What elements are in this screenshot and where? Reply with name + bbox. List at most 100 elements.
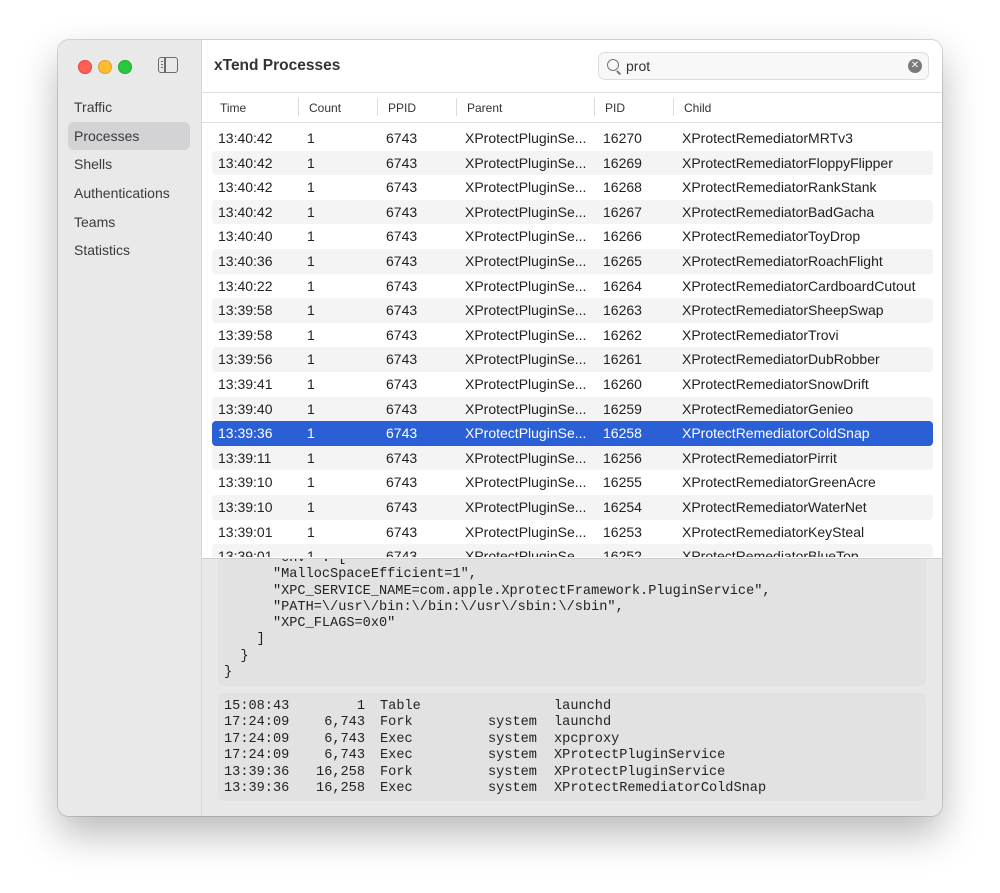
ppid-cell: 6743: [386, 425, 418, 442]
parent-cell: XProtectPluginSe...: [465, 130, 587, 146]
search-field[interactable]: prot ✕: [598, 52, 929, 80]
time-cell: 13:40:42: [218, 154, 273, 171]
sidebar-toggle-icon[interactable]: [158, 57, 178, 73]
pid-cell: 16252: [603, 548, 642, 557]
column-divider[interactable]: [298, 98, 299, 116]
pid-cell: 16260: [603, 375, 642, 392]
child-cell: XProtectRemediatorSnowDrift: [682, 375, 869, 392]
pid-cell: 16253: [603, 523, 642, 540]
table-row[interactable]: 13:39:58 1 6743 XProtectPluginSe... 16262 XPr…: [212, 323, 933, 348]
child-cell: XProtectRemediatorRoachFlight: [682, 252, 883, 269]
column-divider[interactable]: [377, 98, 378, 116]
table-row[interactable]: 13:39:10 1 6743 XProtectPluginSe... 16255 XPr…: [212, 470, 933, 495]
child-cell: XProtectRemediatorPirrit: [682, 449, 837, 466]
event-time: 13:39:36: [224, 764, 290, 780]
event-row[interactable]: 15:08:43 1 Table launchd: [224, 699, 924, 715]
table-row[interactable]: 13:39:01 1 6743 XProtectPluginSe... 16253 XPr…: [212, 520, 933, 545]
zoom-window-button[interactable]: [118, 60, 132, 74]
clear-search-icon[interactable]: ✕: [908, 59, 922, 73]
time-cell: 13:39:01: [218, 548, 273, 557]
column-header-ppid[interactable]: PPID: [388, 100, 416, 116]
pid-cell: 16261: [603, 351, 642, 368]
column-divider[interactable]: [673, 98, 674, 116]
sidebar-item-authentications[interactable]: Authentications: [68, 179, 190, 207]
process-table[interactable]: 13:40:42 1 6743 XProtectPluginSe... 16270 XPr…: [212, 126, 933, 557]
main-content: xTend Processes prot ✕ Time Count PPID P…: [202, 40, 942, 816]
pid-cell: 16255: [603, 474, 642, 491]
event-name: XProtectPluginService: [554, 764, 726, 780]
column-header-child[interactable]: Child: [684, 100, 711, 116]
table-row[interactable]: 13:40:40 1 6743 XProtectPluginSe... 16266 XPr…: [212, 224, 933, 249]
table-row[interactable]: 13:39:01 1 6743 XProtectPluginSe... 16252 XPr…: [212, 544, 933, 557]
child-cell: XProtectRemediatorMRTv3: [682, 130, 853, 146]
minimize-window-button[interactable]: [98, 60, 112, 74]
process-json-view[interactable]: "env" : [ "MallocSpaceEfficient=1", "XPC…: [218, 559, 926, 686]
child-cell: XProtectRemediatorToyDrop: [682, 228, 861, 245]
event-row[interactable]: 17:24:09 6,743 Fork system launchd: [224, 715, 924, 731]
sidebar-item-statistics[interactable]: Statistics: [68, 236, 190, 264]
event-name: xpcproxy: [554, 731, 620, 747]
window-title: xTend Processes: [214, 57, 341, 74]
column-divider[interactable]: [456, 98, 457, 116]
sidebar-item-shells[interactable]: Shells: [68, 150, 190, 178]
column-header-parent[interactable]: Parent: [467, 100, 502, 116]
table-row[interactable]: 13:39:10 1 6743 XProtectPluginSe... 16254 XPr…: [212, 494, 933, 520]
ppid-cell: 6743: [386, 449, 418, 466]
event-row[interactable]: 13:39:36 16,258 Exec system XProtectRemediat…: [224, 781, 924, 797]
parent-cell: XProtectPluginSe...: [465, 228, 587, 245]
sidebar-item-teams[interactable]: Teams: [68, 208, 190, 236]
pid-cell: 16269: [603, 154, 642, 171]
table-row[interactable]: 13:40:42 1 6743 XProtectPluginSe... 16268 XPr…: [212, 175, 933, 200]
event-name: launchd: [554, 715, 612, 731]
parent-cell: XProtectPluginSe...: [465, 400, 587, 417]
count-cell: 1: [307, 425, 315, 442]
search-input[interactable]: prot: [626, 58, 650, 74]
event-user: system: [488, 748, 537, 764]
time-cell: 13:39:41: [218, 375, 273, 392]
parent-cell: XProtectPluginSe...: [465, 252, 587, 269]
parent-cell: XProtectPluginSe...: [465, 375, 587, 392]
count-cell: 1: [307, 302, 315, 319]
count-cell: 1: [307, 252, 315, 269]
event-row[interactable]: 17:24:09 6,743 Exec system xpcproxy: [224, 732, 924, 748]
child-cell: XProtectRemediatorWaterNet: [682, 498, 867, 515]
count-cell: 1: [307, 277, 315, 294]
table-row[interactable]: 13:39:11 1 6743 XProtectPluginSe... 16256 XPr…: [212, 445, 933, 471]
event-time: 17:24:09: [224, 715, 290, 731]
sidebar-item-traffic[interactable]: Traffic: [68, 93, 190, 121]
column-divider[interactable]: [594, 98, 595, 116]
event-row[interactable]: 13:39:36 16,258 Fork system XProtectPluginSe…: [224, 765, 924, 781]
table-row[interactable]: 13:40:22 1 6743 XProtectPluginSe... 16264 XPr…: [212, 274, 933, 299]
column-header-pid[interactable]: PID: [605, 100, 625, 116]
count-cell: 1: [307, 154, 315, 171]
table-row[interactable]: 13:39:40 1 6743 XProtectPluginSe... 16259 XPr…: [212, 396, 933, 422]
event-user: system: [488, 781, 537, 796]
table-row[interactable]: 13:40:42 1 6743 XProtectPluginSe... 16267 XPr…: [212, 199, 933, 225]
time-cell: 13:40:22: [218, 277, 273, 294]
process-events-list[interactable]: 15:08:43 1 Table launchd 17:24:09 6,743 Fork sy…: [218, 693, 926, 801]
detail-pane: "env" : [ "MallocSpaceEfficient=1", "XPC…: [202, 558, 942, 816]
table-row[interactable]: 13:39:58 1 6743 XProtectPluginSe... 16263 XPr…: [212, 298, 933, 323]
table-row[interactable]: 13:39:56 1 6743 XProtectPluginSe... 16261 XPr…: [212, 347, 933, 372]
process-json-text: "env" : [ "MallocSpaceEfficient=1", "XPC…: [224, 559, 771, 681]
pid-cell: 16265: [603, 252, 642, 269]
sidebar-item-processes[interactable]: Processes: [68, 121, 190, 150]
table-row[interactable]: 13:40:42 1 6743 XProtectPluginSe... 16269 XPr…: [212, 150, 933, 176]
ppid-cell: 6743: [386, 302, 418, 319]
column-header-count[interactable]: Count: [309, 100, 341, 116]
ppid-cell: 6743: [386, 474, 418, 491]
parent-cell: XProtectPluginSe...: [465, 425, 587, 442]
ppid-cell: 6743: [386, 523, 418, 540]
table-row[interactable]: 13:39:41 1 6743 XProtectPluginSe... 16260 XPr…: [212, 372, 933, 397]
close-window-button[interactable]: [78, 60, 92, 74]
table-row[interactable]: 13:39:36 1 6743 XProtectPluginSe... 16258 XPr…: [212, 421, 933, 446]
event-row[interactable]: 17:24:09 6,743 Exec system XProtectPluginSer…: [224, 748, 924, 764]
ppid-cell: 6743: [386, 548, 418, 557]
column-header-time[interactable]: Time: [220, 100, 246, 116]
table-header: Time Count PPID Parent PID Child: [202, 92, 942, 123]
table-row[interactable]: 13:40:42 1 6743 XProtectPluginSe... 16270 XPr…: [212, 126, 933, 151]
count-cell: 1: [307, 375, 315, 392]
parent-cell: XProtectPluginSe...: [465, 326, 587, 343]
table-row[interactable]: 13:40:36 1 6743 XProtectPluginSe... 16265 XPr…: [212, 248, 933, 274]
parent-cell: XProtectPluginSe...: [465, 548, 587, 557]
